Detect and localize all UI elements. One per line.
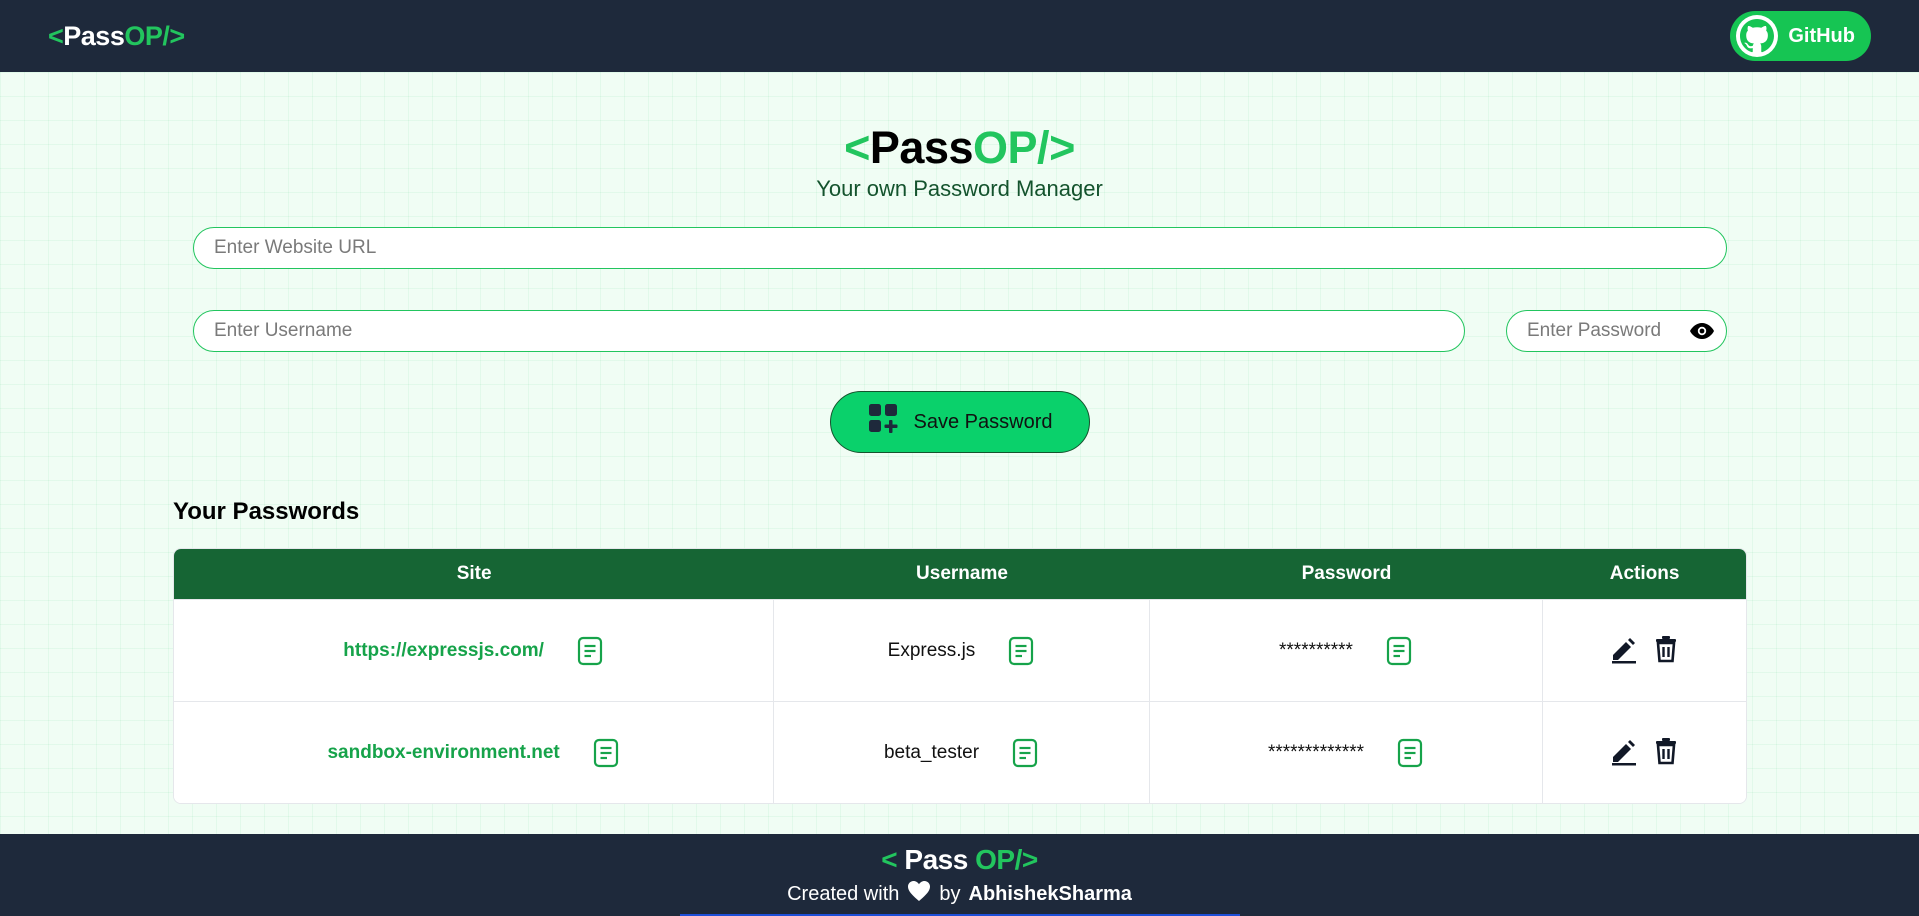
website-url-input[interactable] xyxy=(193,227,1727,269)
delete-icon[interactable] xyxy=(1651,736,1681,766)
table-row: sandbox-environment.net beta_tester ****… xyxy=(174,701,1746,803)
site-cell: https://expressjs.com/ xyxy=(174,600,775,701)
save-password-button[interactable]: Save Password xyxy=(830,391,1090,453)
github-button[interactable]: GitHub xyxy=(1730,11,1871,61)
edit-icon[interactable] xyxy=(1609,736,1639,766)
hero-logo-pass: Pass xyxy=(869,122,974,173)
add-grid-icon xyxy=(868,403,900,441)
your-passwords-heading: Your Passwords xyxy=(173,498,360,525)
site-link[interactable]: sandbox-environment.net xyxy=(327,742,559,764)
author-name: AbhishekSharma xyxy=(968,882,1132,905)
username-value: beta_tester xyxy=(883,741,980,763)
top-navbar: <PassOP/> GitHub xyxy=(0,0,1919,72)
edit-icon[interactable] xyxy=(1609,634,1639,664)
copy-icon[interactable] xyxy=(1011,738,1039,768)
hero-logo-close: > xyxy=(1049,122,1075,173)
logo-close-bracket: > xyxy=(169,20,185,51)
passwords-table: Site Username Password Actions https://e… xyxy=(173,548,1747,804)
logo-op: OP/ xyxy=(124,20,170,51)
password-value: ************* xyxy=(1267,741,1365,763)
password-cell: ************* xyxy=(1150,702,1544,803)
hero-logo: <PassOP/> xyxy=(0,122,1919,174)
copy-icon[interactable] xyxy=(1385,636,1413,666)
heart-icon xyxy=(907,880,931,908)
footer-logo-op: OP/ xyxy=(967,844,1022,875)
copy-icon[interactable] xyxy=(592,738,620,768)
copy-icon[interactable] xyxy=(576,636,604,666)
footer: < Pass OP/> Created with by AbhishekShar… xyxy=(0,834,1919,916)
nav-logo[interactable]: <PassOP/> xyxy=(48,21,185,52)
username-cell: beta_tester xyxy=(774,702,1150,803)
password-field xyxy=(1506,310,1727,352)
footer-logo-close: > xyxy=(1021,844,1038,875)
column-header-password: Password xyxy=(1301,563,1392,584)
column-header-actions: Actions xyxy=(1609,563,1680,584)
table-header: Site Username Password Actions xyxy=(174,549,1746,599)
footer-logo: < Pass OP/> xyxy=(0,844,1919,876)
site-cell: sandbox-environment.net xyxy=(174,702,775,803)
logo-open-bracket: < xyxy=(48,20,64,51)
hero-logo-op: OP/ xyxy=(973,122,1050,173)
column-header-site: Site xyxy=(456,563,492,584)
eye-icon[interactable] xyxy=(1689,319,1715,343)
column-header-username: Username xyxy=(916,563,1008,584)
footer-logo-open: < xyxy=(881,844,905,875)
hero-logo-open: < xyxy=(844,122,870,173)
hero-subtitle: Your own Password Manager xyxy=(816,176,1103,201)
created-with-text: Created with xyxy=(787,882,900,905)
actions-cell xyxy=(1543,600,1746,701)
actions-cell xyxy=(1543,702,1746,803)
logo-pass: Pass xyxy=(63,20,125,51)
username-cell: Express.js xyxy=(774,600,1150,701)
username-input[interactable] xyxy=(193,310,1465,352)
username-value: Express.js xyxy=(887,639,976,661)
footer-logo-pass: Pass xyxy=(904,844,968,875)
github-label: GitHub xyxy=(1788,24,1855,47)
github-icon xyxy=(1736,15,1779,57)
table-row: https://expressjs.com/ Express.js ******… xyxy=(174,599,1746,701)
copy-icon[interactable] xyxy=(1007,636,1035,666)
by-text: by xyxy=(939,882,961,905)
password-value: ********** xyxy=(1279,639,1353,661)
save-password-label: Save Password xyxy=(913,410,1053,433)
footer-credit: Created with by AbhishekSharma xyxy=(0,880,1919,908)
copy-icon[interactable] xyxy=(1396,738,1424,768)
site-link[interactable]: https://expressjs.com/ xyxy=(343,640,544,662)
delete-icon[interactable] xyxy=(1651,634,1681,664)
password-cell: ********** xyxy=(1150,600,1544,701)
